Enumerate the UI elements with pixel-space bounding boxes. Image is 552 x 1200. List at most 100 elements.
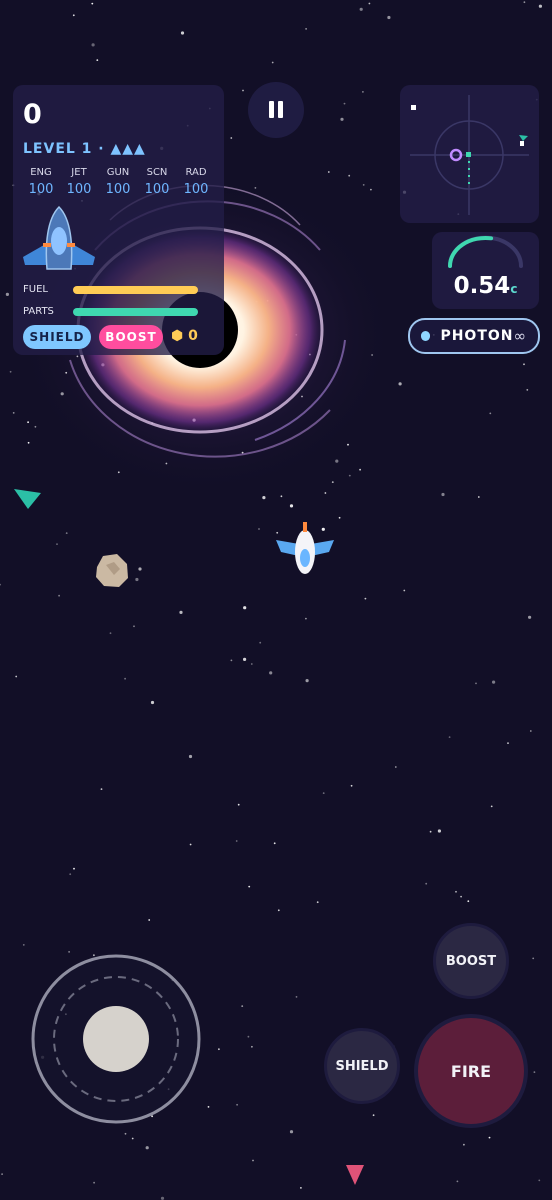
stat-jet: JET 100 [61,167,97,197]
star [305,617,307,620]
stat-gun: GUN 100 [100,167,136,197]
stat-scn: SCN 100 [139,167,175,197]
speed-gauge-panel: 0.54c [432,232,539,309]
star [340,117,344,121]
minimap [400,85,539,223]
star [529,730,532,732]
star [538,4,543,8]
star [327,171,330,173]
fire-button[interactable]: FIRE [414,1014,528,1128]
star [463,1143,465,1146]
star [241,1005,244,1007]
minimap-player [466,152,471,157]
boost-button[interactable]: BOOST [433,923,509,999]
fuel-bar [73,286,198,294]
star [252,1159,254,1162]
parts-label: PARTS [23,306,54,317]
star [492,680,496,684]
star [258,528,260,530]
star [150,700,155,705]
stat-eng: ENG 100 [23,167,59,197]
star [251,1045,253,1048]
star [523,1,526,4]
speed-unit: c [510,282,518,296]
star [348,174,351,177]
joystick[interactable] [31,954,201,1124]
shield-button[interactable]: SHIELD [324,1028,400,1104]
stat-label: JET [71,167,87,178]
star [236,1103,239,1106]
weapon-selector[interactable]: PHOTON ∞ [408,318,540,354]
hexagon-coin-icon: ⬢ [171,328,184,344]
stat-value: 100 [144,182,170,197]
star [96,59,99,61]
star [398,382,402,386]
coin-count: 0 [188,328,198,344]
star [507,742,509,744]
speed-readout: 0.54c [432,273,539,299]
star [441,492,445,497]
star [467,900,470,903]
star [331,481,334,483]
star [68,951,70,953]
star [456,1180,459,1183]
star [269,671,273,675]
star [148,919,151,921]
star [145,1146,149,1150]
star [490,805,493,808]
star [218,1048,220,1051]
coin-counter: ⬢ 0 [171,328,198,344]
stat-rad: RAD 100 [178,167,214,197]
joystick-knob[interactable] [83,1006,149,1072]
star [276,531,279,534]
star [350,784,353,787]
star [91,43,95,47]
star [138,567,142,571]
star [133,625,135,628]
star [65,532,68,534]
star [533,1071,536,1073]
star [271,61,274,64]
star [359,7,363,11]
star [91,2,94,5]
star [359,468,361,471]
star [324,492,327,494]
level-indicator: LEVEL 1 · ▲▲▲ [23,141,146,157]
star [475,682,477,685]
star [189,843,192,846]
stat-label: SCN [146,167,168,178]
star [250,663,253,665]
star [277,909,280,912]
stat-value: 100 [183,182,209,197]
minimap-marker [411,105,416,110]
star [235,840,238,842]
pause-button[interactable] [248,82,304,138]
star [22,944,25,946]
star [207,1106,210,1108]
star [247,1035,250,1038]
fuel-label: FUEL [23,284,48,295]
star [93,1181,95,1184]
star [316,901,319,904]
star [538,1179,541,1182]
star [289,1130,294,1134]
star [305,679,309,683]
star [528,615,532,619]
star [160,1196,165,1200]
star [526,389,529,391]
star [248,885,251,888]
weapon-name: PHOTON [440,328,514,344]
stat-label: ENG [30,167,52,178]
star [124,1132,127,1135]
star [488,1136,491,1139]
star [243,606,247,610]
star [100,788,103,790]
star [1,1173,3,1175]
star [34,425,37,428]
star [180,31,185,35]
star [489,412,492,415]
radar-grid [410,95,529,215]
star [109,632,112,635]
star [347,443,349,446]
star [56,543,58,545]
